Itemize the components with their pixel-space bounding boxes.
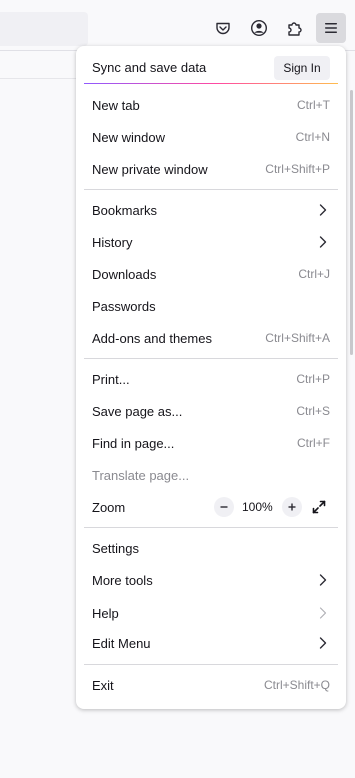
- menu-item-shortcut: Ctrl+Shift+A: [265, 331, 330, 345]
- menu-item-shortcut: Ctrl+P: [296, 372, 330, 386]
- menu-separator: [84, 664, 338, 665]
- menu-item-label: Exit: [92, 678, 114, 693]
- menu-item-label: Bookmarks: [92, 203, 158, 218]
- sign-in-button[interactable]: Sign In: [274, 56, 330, 80]
- menu-item-new-tab[interactable]: New tab Ctrl+T: [76, 90, 346, 120]
- menu-item-history[interactable]: History: [76, 227, 346, 257]
- sync-row: Sync and save data Sign In: [76, 52, 346, 82]
- menu-item-more-tools[interactable]: More tools: [76, 565, 346, 595]
- zoom-in-button[interactable]: [282, 497, 302, 517]
- menu-item-label: History: [92, 235, 133, 250]
- menu-item-label: New window: [92, 130, 165, 145]
- menu-item-label: New tab: [92, 98, 140, 113]
- menu-item-label: Settings: [92, 541, 139, 556]
- menu-item-save-page[interactable]: Save page as... Ctrl+S: [76, 396, 346, 426]
- menu-item-settings[interactable]: Settings: [76, 533, 346, 563]
- menu-item-downloads[interactable]: Downloads Ctrl+J: [76, 259, 346, 289]
- menu-item-label: Passwords: [92, 299, 156, 314]
- fullscreen-button[interactable]: [309, 497, 329, 517]
- menu-separator: [84, 358, 338, 359]
- account-icon: [250, 19, 268, 37]
- account-button[interactable]: [244, 13, 274, 43]
- chevron-right-icon: [319, 204, 327, 216]
- menu-item-shortcut: Ctrl+Shift+P: [265, 162, 330, 176]
- menu-item-passwords[interactable]: Passwords: [76, 291, 346, 321]
- menu-item-new-window[interactable]: New window Ctrl+N: [76, 122, 346, 152]
- menu-item-label: Zoom: [92, 500, 126, 515]
- menu-item-label: Edit Menu: [92, 636, 151, 651]
- menu-item-translate-page: Translate page...: [76, 460, 346, 490]
- menu-separator: [84, 527, 338, 528]
- scrollbar-thumb[interactable]: [350, 90, 353, 355]
- minus-icon: [220, 506, 228, 508]
- menu-item-shortcut: Ctrl+N: [295, 130, 330, 144]
- page-divider: [0, 78, 80, 79]
- chevron-right-icon: [319, 607, 327, 619]
- sync-gradient-divider: [84, 83, 338, 84]
- zoom-level[interactable]: 100%: [242, 500, 273, 514]
- menu-item-label: Add-ons and themes: [92, 331, 212, 346]
- menu-item-shortcut: Ctrl+S: [296, 404, 330, 418]
- menu-item-shortcut: Ctrl+Shift+Q: [263, 678, 330, 692]
- menu-item-zoom: Zoom 100%: [76, 492, 346, 522]
- menu-item-help[interactable]: Help: [76, 598, 346, 628]
- menu-item-label: New private window: [92, 162, 208, 177]
- hamburger-menu-icon: [325, 23, 337, 33]
- extensions-button[interactable]: [280, 13, 310, 43]
- chevron-right-icon: [319, 574, 327, 586]
- browser-toolbar: [0, 0, 355, 51]
- menu-item-shortcut: Ctrl+J: [298, 267, 330, 281]
- menu-item-label: Save page as...: [92, 404, 183, 419]
- menu-item-new-private-window[interactable]: New private window Ctrl+Shift+P: [76, 154, 346, 184]
- pocket-icon: [216, 22, 230, 35]
- menu-item-addons[interactable]: Add-ons and themes Ctrl+Shift+A: [76, 323, 346, 353]
- menu-item-label: Print...: [92, 372, 130, 387]
- menu-item-label: Downloads: [92, 267, 157, 282]
- extensions-icon: [288, 22, 302, 36]
- menu-item-bookmarks[interactable]: Bookmarks: [76, 195, 346, 225]
- menu-item-print[interactable]: Print... Ctrl+P: [76, 364, 346, 394]
- menu-item-shortcut: Ctrl+T: [297, 98, 330, 112]
- sync-label: Sync and save data: [92, 60, 207, 75]
- app-menu-button[interactable]: [316, 13, 346, 43]
- menu-item-find-in-page[interactable]: Find in page... Ctrl+F: [76, 428, 346, 458]
- menu-item-label: Translate page...: [92, 468, 190, 483]
- fullscreen-icon: [312, 500, 326, 514]
- menu-item-edit-menu[interactable]: Edit Menu: [76, 628, 346, 658]
- pocket-button[interactable]: [208, 13, 238, 43]
- menu-item-label: Help: [92, 606, 119, 621]
- app-menu-panel: Sync and save data Sign In New tab Ctrl+…: [76, 46, 346, 709]
- menu-item-label: More tools: [92, 573, 153, 588]
- chevron-right-icon: [319, 236, 327, 248]
- zoom-out-button[interactable]: [214, 497, 234, 517]
- menu-item-shortcut: Ctrl+F: [297, 436, 330, 450]
- menu-separator: [84, 189, 338, 190]
- chevron-right-icon: [319, 637, 327, 649]
- url-bar[interactable]: [0, 12, 88, 46]
- plus-icon: [288, 503, 296, 511]
- menu-item-label: Find in page...: [92, 436, 175, 451]
- menu-item-exit[interactable]: Exit Ctrl+Shift+Q: [76, 670, 346, 700]
